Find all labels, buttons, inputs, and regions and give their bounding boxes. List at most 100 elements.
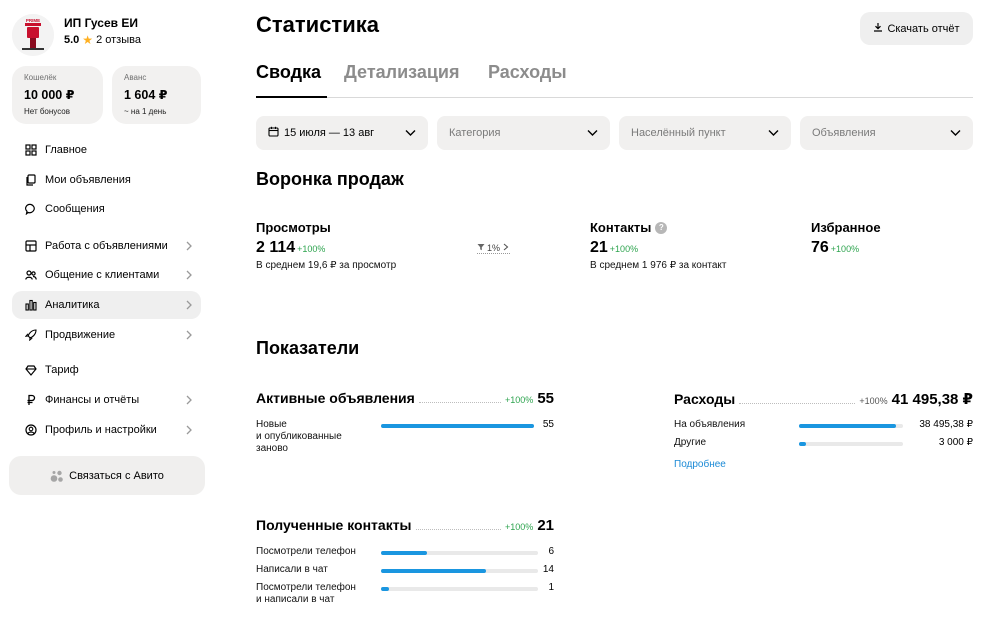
views-value: 2 114 xyxy=(256,239,296,256)
sidebar-item-my-ads[interactable]: Мои объявления xyxy=(12,166,201,194)
chevron-right-icon xyxy=(502,243,510,253)
expenses-row-other: Другие xyxy=(674,437,706,449)
views-delta: +100% xyxy=(297,244,326,254)
reviews-count[interactable]: 2 отзыва xyxy=(96,34,141,46)
sidebar-item-label: Мои объявления xyxy=(45,174,131,186)
sidebar-item-label: Сообщения xyxy=(45,203,105,215)
sidebar: PRIME ИП Гусев ЕИ 5.0 ★ 2 отзыва Кошелёк… xyxy=(0,0,215,629)
more-details-link[interactable]: Подробнее xyxy=(674,459,726,470)
avito-dots-icon xyxy=(50,469,64,483)
received-contacts-header: Полученные контакты +100% 21 xyxy=(256,517,554,534)
funnel-title: Воронка продаж xyxy=(256,169,404,189)
contacts-value: 21 xyxy=(590,239,608,256)
sidebar-item-messages[interactable]: Сообщения xyxy=(12,195,201,223)
views-sub: В среднем 19,6 ₽ за просмотр xyxy=(256,260,397,271)
funnel-contacts: Контакты? 21 +100% В среднем 1 976 ₽ за к… xyxy=(590,220,726,271)
tab-details[interactable]: Детализация xyxy=(344,62,460,83)
avatar[interactable]: PRIME xyxy=(12,14,54,56)
row-label: Посмотрели телефон и написали в чат xyxy=(256,582,356,605)
help-icon[interactable]: ? xyxy=(655,221,668,234)
conversion-value: 1% xyxy=(487,243,501,253)
profile-header[interactable]: PRIME ИП Гусев ЕИ 5.0 ★ 2 отзыва xyxy=(12,12,212,56)
sidebar-item-label: Тариф xyxy=(45,364,79,376)
received-contacts-delta: +100% xyxy=(505,522,534,532)
active-tab-indicator xyxy=(256,96,327,98)
received-contacts-value: 21 xyxy=(537,517,554,534)
ads-filter[interactable]: Объявления xyxy=(800,116,973,150)
calendar-icon xyxy=(268,126,284,140)
active-ads-header: Активные объявления +100% 55 xyxy=(256,390,554,407)
conversion-link[interactable]: 1% xyxy=(477,243,511,254)
chevron-right-icon xyxy=(185,299,193,311)
expenses-row-ads: На объявления xyxy=(674,419,745,431)
row-value: 6 xyxy=(548,546,554,557)
tab-bar: Сводка Детализация Расходы xyxy=(256,62,973,98)
layout-icon xyxy=(24,240,37,253)
chevron-right-icon xyxy=(185,269,193,281)
date-range-filter[interactable]: 15 июля — 13 авг xyxy=(256,116,428,150)
expenses-header: Расходы +100% 41 495,38 ₽ xyxy=(674,390,973,408)
advance-sub: ~ на 1 день xyxy=(124,107,167,116)
sidebar-item-label: Главное xyxy=(45,144,88,156)
download-report-label: Скачать отчёт xyxy=(887,22,960,35)
bar-fill xyxy=(381,424,534,428)
favorites-value: 76 xyxy=(811,239,829,256)
favorites-value-line: 76 +100% xyxy=(811,239,881,257)
sidebar-item-ads-work[interactable]: Работа с объявлениями xyxy=(12,232,201,260)
contact-avito-button[interactable]: Связаться с Авито xyxy=(9,456,205,495)
bar-chart-icon xyxy=(24,299,37,312)
download-icon xyxy=(873,22,883,35)
views-label: Просмотры xyxy=(256,220,331,235)
expenses-value: 41 495,38 ₽ xyxy=(891,391,973,408)
sidebar-item-tariff[interactable]: Тариф xyxy=(12,356,201,384)
diamond-icon xyxy=(24,364,37,377)
bar-fill xyxy=(381,569,487,573)
favorites-delta: +100% xyxy=(830,244,860,254)
favorites-label: Избранное xyxy=(811,220,881,235)
rocket-icon xyxy=(24,329,37,342)
bar-track xyxy=(381,551,538,555)
sidebar-item-analytics[interactable]: Аналитика xyxy=(12,291,201,319)
chat-icon xyxy=(24,203,37,216)
star-icon: ★ xyxy=(82,33,94,47)
sidebar-item-profile[interactable]: Профиль и настройки xyxy=(12,416,201,444)
wallet-value: 10 000 ₽ xyxy=(24,88,75,102)
download-report-button[interactable]: Скачать отчёт xyxy=(860,12,973,45)
profile-rating[interactable]: 5.0 ★ 2 отзыва xyxy=(64,34,141,46)
contacts-row-chat: Написали в чат xyxy=(256,564,328,576)
advance-card[interactable]: Аванс 1 604 ₽ ~ на 1 день xyxy=(112,66,201,124)
sidebar-item-clients[interactable]: Общение с клиентами xyxy=(12,261,201,289)
bar-fill xyxy=(381,551,427,555)
category-filter[interactable]: Категория xyxy=(437,116,610,150)
wallet-card[interactable]: Кошелёк 10 000 ₽ Нет бонусов xyxy=(12,66,103,124)
row-label: Новые и опубликованные заново xyxy=(256,419,342,454)
copy-icon xyxy=(24,174,37,187)
row-label: Другие xyxy=(674,437,707,448)
contacts-row-both: Посмотрели телефон и написали в чат xyxy=(256,582,356,606)
city-filter[interactable]: Населённый пункт xyxy=(619,116,791,150)
row-value: 3 000 ₽ xyxy=(938,437,973,448)
expenses-delta: +100% xyxy=(859,396,888,406)
profile-name[interactable]: ИП Гусев ЕИ xyxy=(64,16,138,30)
sidebar-item-main[interactable]: Главное xyxy=(12,136,201,164)
active-ads-title: Активные объявления xyxy=(256,390,415,406)
contacts-row-phone: Посмотрели телефон xyxy=(256,546,356,558)
chevron-right-icon xyxy=(185,329,193,341)
sidebar-item-label: Продвижение xyxy=(45,329,116,341)
funnel-favorites: Избранное 76 +100% xyxy=(811,220,881,257)
tab-summary[interactable]: Сводка xyxy=(256,62,321,83)
tab-expenses[interactable]: Расходы xyxy=(488,62,567,83)
row-label: Посмотрели телефон xyxy=(256,546,356,557)
sidebar-item-finance[interactable]: Финансы и отчёты xyxy=(12,386,201,414)
row-label: На объявления xyxy=(674,419,746,430)
funnel-icon xyxy=(477,243,485,253)
sidebar-item-promotion[interactable]: Продвижение xyxy=(12,321,201,349)
users-icon xyxy=(24,269,37,282)
bar-track xyxy=(799,424,903,428)
row-value: 14 xyxy=(542,564,554,575)
sidebar-item-label: Профиль и настройки xyxy=(45,424,157,436)
indicators-title: Показатели xyxy=(256,338,360,358)
received-contacts-title: Полученные контакты xyxy=(256,517,412,533)
category-placeholder: Категория xyxy=(449,127,501,139)
expenses-title: Расходы xyxy=(674,391,736,407)
